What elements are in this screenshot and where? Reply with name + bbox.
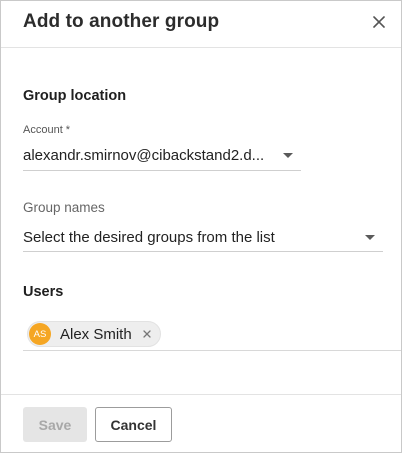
user-chip: AS Alex Smith (27, 321, 161, 347)
dialog-footer: Save Cancel (1, 394, 401, 453)
dialog-header: Add to another group (1, 1, 401, 48)
group-names-placeholder: Select the desired groups from the list (23, 229, 275, 246)
chevron-down-icon (365, 235, 375, 240)
account-select[interactable]: alexandr.smirnov@cibackstand2.d... (23, 147, 301, 171)
close-button[interactable] (371, 14, 387, 30)
cancel-button[interactable]: Cancel (95, 407, 172, 442)
users-field[interactable]: AS Alex Smith (23, 319, 401, 351)
close-icon (373, 16, 385, 28)
group-location-title: Group location (23, 88, 127, 104)
account-value: alexandr.smirnov@cibackstand2.d... (23, 147, 265, 164)
chevron-down-icon (283, 153, 293, 158)
avatar: AS (29, 323, 51, 345)
save-button[interactable]: Save (23, 407, 87, 442)
users-title: Users (23, 284, 64, 300)
add-to-group-dialog: Add to another group Group location Acco… (0, 0, 402, 453)
dialog-title: Add to another group (23, 11, 220, 32)
group-names-select[interactable]: Select the desired groups from the list (23, 229, 383, 252)
account-label: Account * (23, 124, 71, 136)
close-icon (143, 330, 151, 338)
user-chip-name: Alex Smith (60, 325, 132, 343)
group-names-label: Group names (23, 200, 105, 215)
remove-user-button[interactable] (141, 328, 153, 340)
